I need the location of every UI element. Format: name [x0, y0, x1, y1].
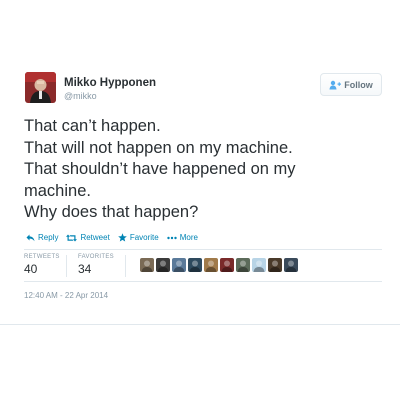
more-label: More [179, 233, 198, 242]
reply-icon [26, 234, 35, 242]
tweet-line: Why does that happen? [24, 203, 199, 221]
favoriter-avatar-face-icon[interactable] [204, 258, 218, 272]
favorites-stat[interactable]: FAVORITES 34 [78, 254, 114, 276]
favorite-button[interactable]: Favorite [117, 233, 159, 242]
divider [24, 249, 382, 250]
profile-photo-icon[interactable] [25, 72, 56, 103]
favoriter-avatar-face-icon[interactable] [284, 258, 298, 272]
favoriter-avatar-face-icon[interactable] [140, 258, 154, 272]
favoriter-avatar-face-icon[interactable] [156, 258, 170, 272]
more-dots-icon [167, 236, 177, 240]
star-icon [117, 233, 127, 242]
tweet-text: That can’t happen. That will not happen … [24, 116, 384, 224]
tweet-line: machine. [24, 181, 91, 200]
tweet-card: Mikko Hypponen @mikko Follow That can’t … [0, 0, 400, 400]
favoriter-avatar-face-icon[interactable] [172, 258, 186, 272]
reply-button[interactable]: Reply [26, 233, 58, 242]
more-button[interactable]: More [167, 233, 198, 242]
favoriter-avatar-face-icon[interactable] [236, 258, 250, 272]
favoriter-avatar-face-icon[interactable] [268, 258, 282, 272]
favorites-count: 34 [78, 262, 92, 276]
favorites-label: FAVORITES [78, 254, 114, 260]
add-user-icon [329, 80, 342, 90]
retweets-count: 40 [24, 262, 38, 276]
tweet-line: That shouldn’t have happened on my [24, 160, 296, 178]
divider [0, 324, 400, 325]
retweet-button[interactable]: Retweet [66, 233, 110, 242]
favorite-label: Favorite [129, 233, 159, 242]
divider [125, 255, 126, 277]
favoriter-avatar-face-icon[interactable] [252, 258, 266, 272]
display-name[interactable]: Mikko Hypponen [64, 77, 156, 89]
follow-button[interactable]: Follow [320, 73, 382, 96]
tweet-line: That will not happen on my machine. [24, 138, 293, 157]
tweet-timestamp[interactable]: 12:40 AM - 22 Apr 2014 [24, 291, 108, 300]
favoriters-list [140, 258, 298, 272]
user-handle[interactable]: @mikko [64, 91, 97, 101]
tweet-actions: Reply Retweet Favorite More [26, 233, 206, 242]
retweets-label: RETWEETS [24, 254, 60, 260]
retweet-icon [66, 234, 78, 242]
divider [24, 281, 382, 282]
divider [66, 255, 67, 277]
retweets-stat[interactable]: RETWEETS 40 [24, 254, 60, 276]
favoriter-avatar-face-icon[interactable] [220, 258, 234, 272]
tweet-line: That can’t happen. [24, 117, 161, 135]
retweet-label: Retweet [80, 233, 110, 242]
favoriter-avatar-face-icon[interactable] [188, 258, 202, 272]
reply-label: Reply [38, 233, 59, 242]
follow-label: Follow [344, 79, 373, 90]
